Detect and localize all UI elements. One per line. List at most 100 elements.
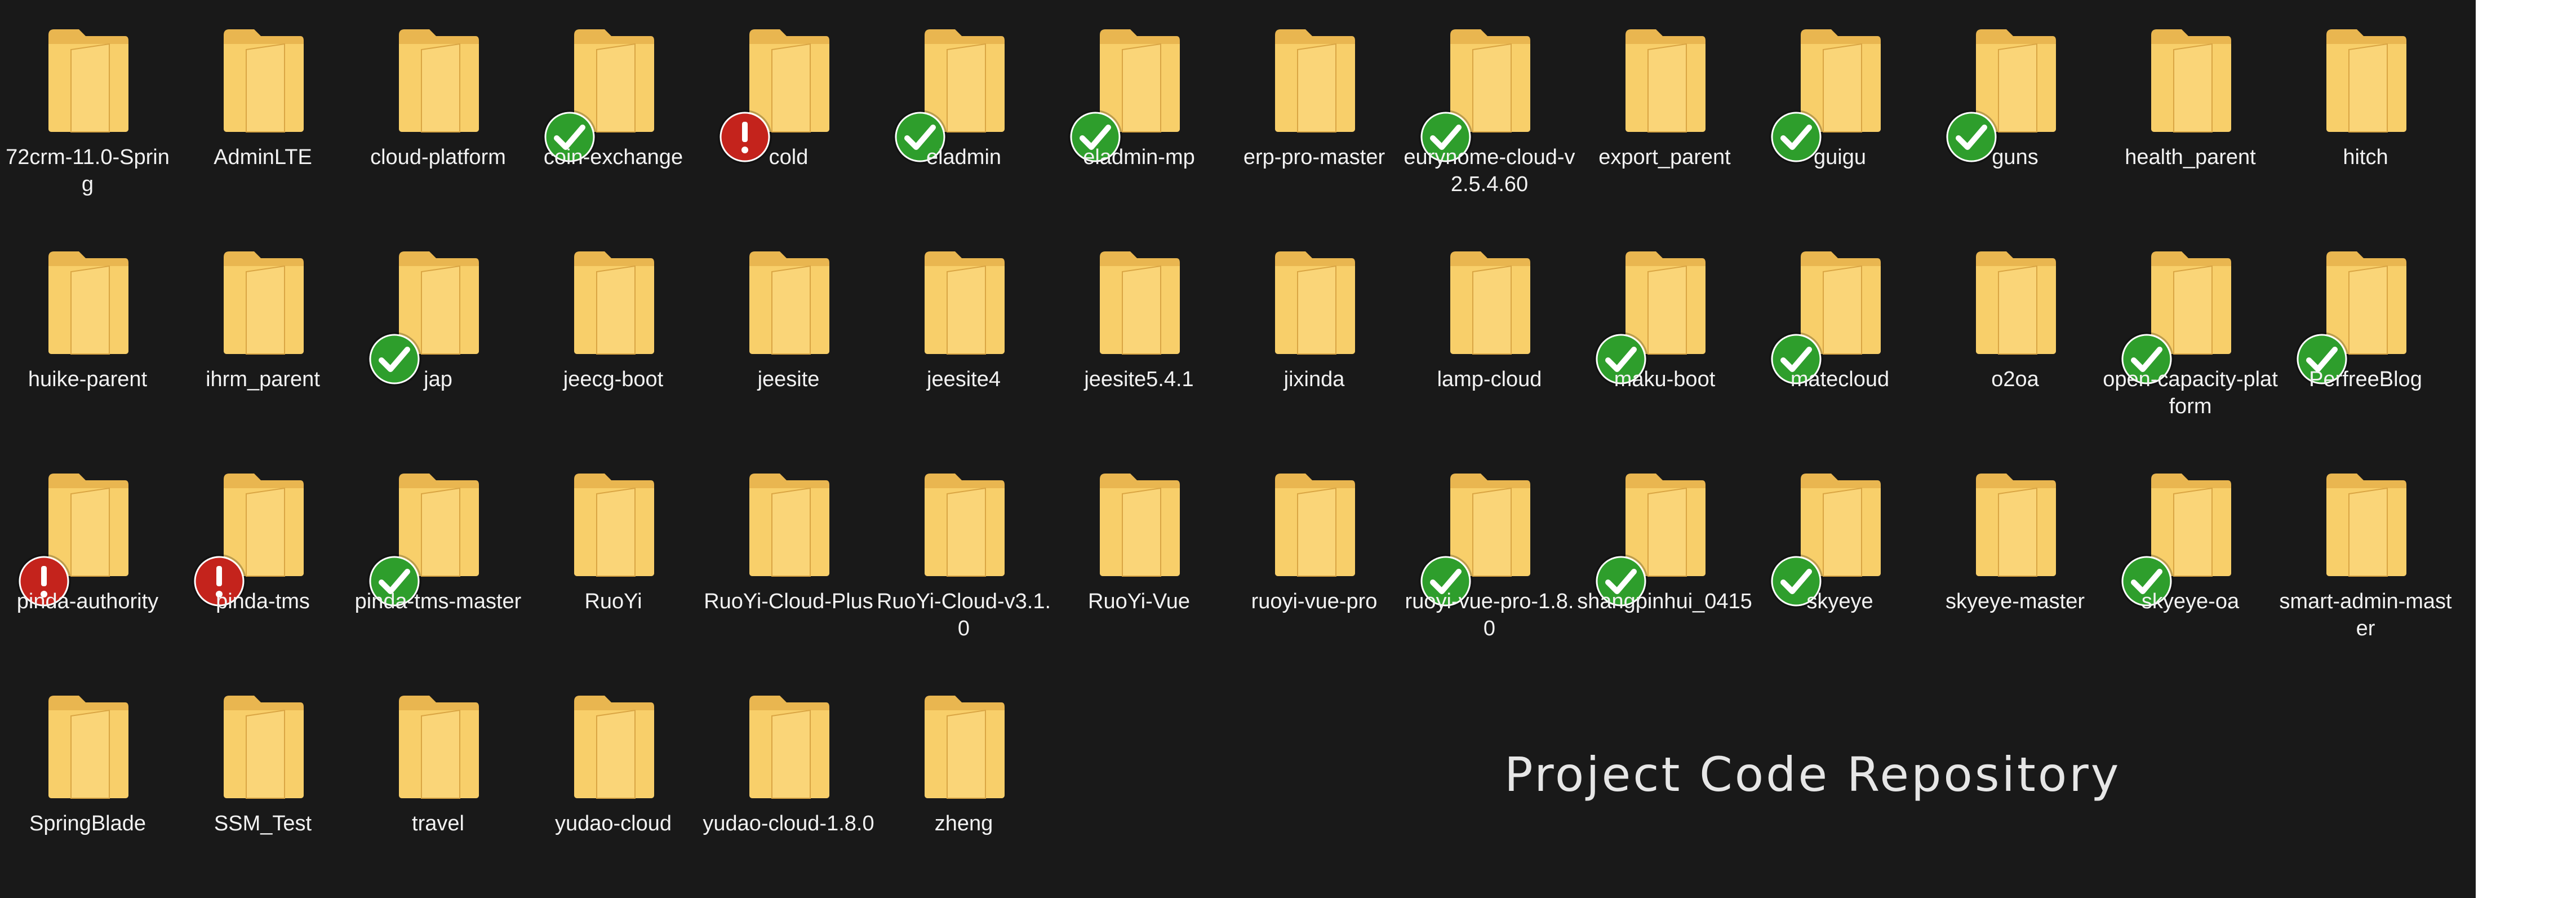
folder-icon — [369, 471, 481, 607]
folder-item[interactable]: RuoYi — [526, 444, 701, 658]
folder-icon — [922, 249, 1007, 356]
folder-item[interactable]: eladmin — [876, 0, 1051, 214]
folder-icon — [922, 693, 1007, 800]
folder-item[interactable]: skyeye — [1752, 444, 1927, 658]
folder-icon — [1946, 27, 2058, 162]
folder-label: yudao-cloud — [554, 812, 672, 835]
folder-icon — [397, 693, 481, 800]
folder-icon — [46, 249, 131, 356]
folder-item[interactable]: jixinda — [1227, 222, 1402, 436]
folder-icon — [1596, 471, 1708, 607]
folder-item[interactable]: maku-boot — [1577, 222, 1752, 436]
folder-item[interactable]: o2oa — [1927, 222, 2103, 436]
folder-item[interactable]: yudao-cloud-1.8.0 — [701, 666, 876, 881]
folder-item[interactable]: skyeye-master — [1927, 444, 2103, 658]
folder-item[interactable]: pinda-tms — [175, 444, 350, 658]
folder-item[interactable]: eurynome-cloud-v2.5.4.60 — [1402, 0, 1577, 214]
folder-label: hitch — [2343, 145, 2388, 169]
folder-icon — [2324, 471, 2409, 578]
folder-item[interactable]: zheng — [876, 666, 1051, 881]
folder-item[interactable]: jeesite4 — [876, 222, 1051, 436]
folder-icon — [572, 249, 656, 356]
folder-item[interactable]: 72crm-11.0-Spring — [0, 0, 175, 214]
folder-icon — [369, 249, 481, 384]
folder-label: guns — [1992, 145, 2038, 169]
folder-label: shangpinhui_0415 — [1577, 590, 1752, 613]
folder-item[interactable]: jeesite — [701, 222, 876, 436]
folder-item[interactable]: RuoYi-Vue — [1051, 444, 1227, 658]
folder-icon — [2121, 249, 2233, 384]
folder-item[interactable]: health_parent — [2103, 0, 2278, 214]
folder-icon — [46, 27, 131, 134]
folder-icon — [747, 693, 832, 800]
folder-label: health_parent — [2125, 145, 2256, 169]
folder-icon — [19, 471, 131, 607]
folder-label: export_parent — [1598, 145, 1731, 169]
folder-item[interactable]: open-capacity-platform — [2103, 222, 2278, 436]
folder-item[interactable]: cloud-platform — [350, 0, 526, 214]
folder-icon — [1273, 471, 1357, 578]
folder-item[interactable]: pinda-tms-master — [350, 444, 526, 658]
folder-label: huike-parent — [28, 368, 148, 391]
folder-icon — [1420, 27, 1533, 162]
folder-item[interactable]: erp-pro-master — [1227, 0, 1402, 214]
folder-icon — [46, 693, 131, 800]
folder-item[interactable]: shangpinhui_0415 — [1577, 444, 1752, 658]
folder-item[interactable]: jeesite5.4.1 — [1051, 222, 1227, 436]
folder-label: AdminLTE — [214, 145, 312, 169]
folder-icon — [1623, 27, 1708, 134]
folder-item[interactable]: jap — [350, 222, 526, 436]
folder-label: jixinda — [1283, 368, 1345, 391]
folder-label: PerfreeBlog — [2309, 368, 2422, 391]
folder-label: RuoYi-Cloud-v3.1.0 — [876, 590, 1051, 640]
folder-icon — [194, 471, 306, 607]
folder-item[interactable]: smart-admin-master — [2278, 444, 2453, 658]
folder-item[interactable]: guns — [1927, 0, 2103, 214]
folder-item[interactable]: lamp-cloud — [1402, 222, 1577, 436]
folder-label: zheng — [934, 812, 993, 835]
folder-icon — [922, 471, 1007, 578]
folder-icon — [1771, 249, 1883, 384]
folder-item[interactable]: cold — [701, 0, 876, 214]
folder-item[interactable]: skyeye-oa — [2103, 444, 2278, 658]
folder-label: erp-pro-master — [1243, 145, 1385, 169]
folder-item[interactable]: AdminLTE — [175, 0, 350, 214]
folder-label: RuoYi-Cloud-Plus — [704, 590, 873, 613]
folder-item[interactable]: jeecg-boot — [526, 222, 701, 436]
folder-icon — [1273, 249, 1357, 356]
folder-item[interactable]: travel — [350, 666, 526, 881]
folder-label: open-capacity-platform — [2103, 368, 2278, 418]
folder-label: cold — [769, 145, 809, 169]
folder-label: cloud-platform — [370, 145, 506, 169]
folder-item[interactable]: matecloud — [1752, 222, 1927, 436]
folder-label: pinda-tms — [216, 590, 310, 613]
folder-item[interactable]: RuoYi-Cloud-v3.1.0 — [876, 444, 1051, 658]
folder-label: jap — [424, 368, 452, 391]
folder-icon — [1771, 27, 1883, 162]
folder-item[interactable]: SpringBlade — [0, 666, 175, 881]
folder-item[interactable]: ruoyi-vue-pro — [1227, 444, 1402, 658]
folder-item[interactable]: SSM_Test — [175, 666, 350, 881]
folder-label: jeecg-boot — [563, 368, 664, 391]
folder-icon — [221, 27, 306, 134]
folder-item[interactable]: export_parent — [1577, 0, 1752, 214]
folder-item[interactable]: ihrm_parent — [175, 222, 350, 436]
folder-item[interactable]: pinda-authority — [0, 444, 175, 658]
folder-icon — [572, 471, 656, 578]
folder-label: SpringBlade — [29, 812, 146, 835]
folder-icon — [719, 27, 832, 162]
folder-label: smart-admin-master — [2279, 590, 2452, 640]
folder-icon — [1420, 471, 1533, 607]
folder-item[interactable]: PerfreeBlog — [2278, 222, 2453, 436]
folder-item[interactable]: ruoyi-vue-pro-1.8.0 — [1402, 444, 1577, 658]
folder-item[interactable]: hitch — [2278, 0, 2453, 214]
folder-item[interactable]: guigu — [1752, 0, 1927, 214]
folder-label: ruoyi-vue-pro-1.8.0 — [1405, 590, 1574, 640]
folder-item[interactable]: coin-exchange — [526, 0, 701, 214]
folder-item[interactable]: eladmin-mp — [1051, 0, 1227, 214]
folder-item[interactable]: RuoYi-Cloud-Plus — [701, 444, 876, 658]
folder-item[interactable]: yudao-cloud — [526, 666, 701, 881]
folder-label: 72crm-11.0-Spring — [6, 145, 170, 196]
folder-item[interactable]: huike-parent — [0, 222, 175, 436]
folder-label: jeesite4 — [927, 368, 1001, 391]
